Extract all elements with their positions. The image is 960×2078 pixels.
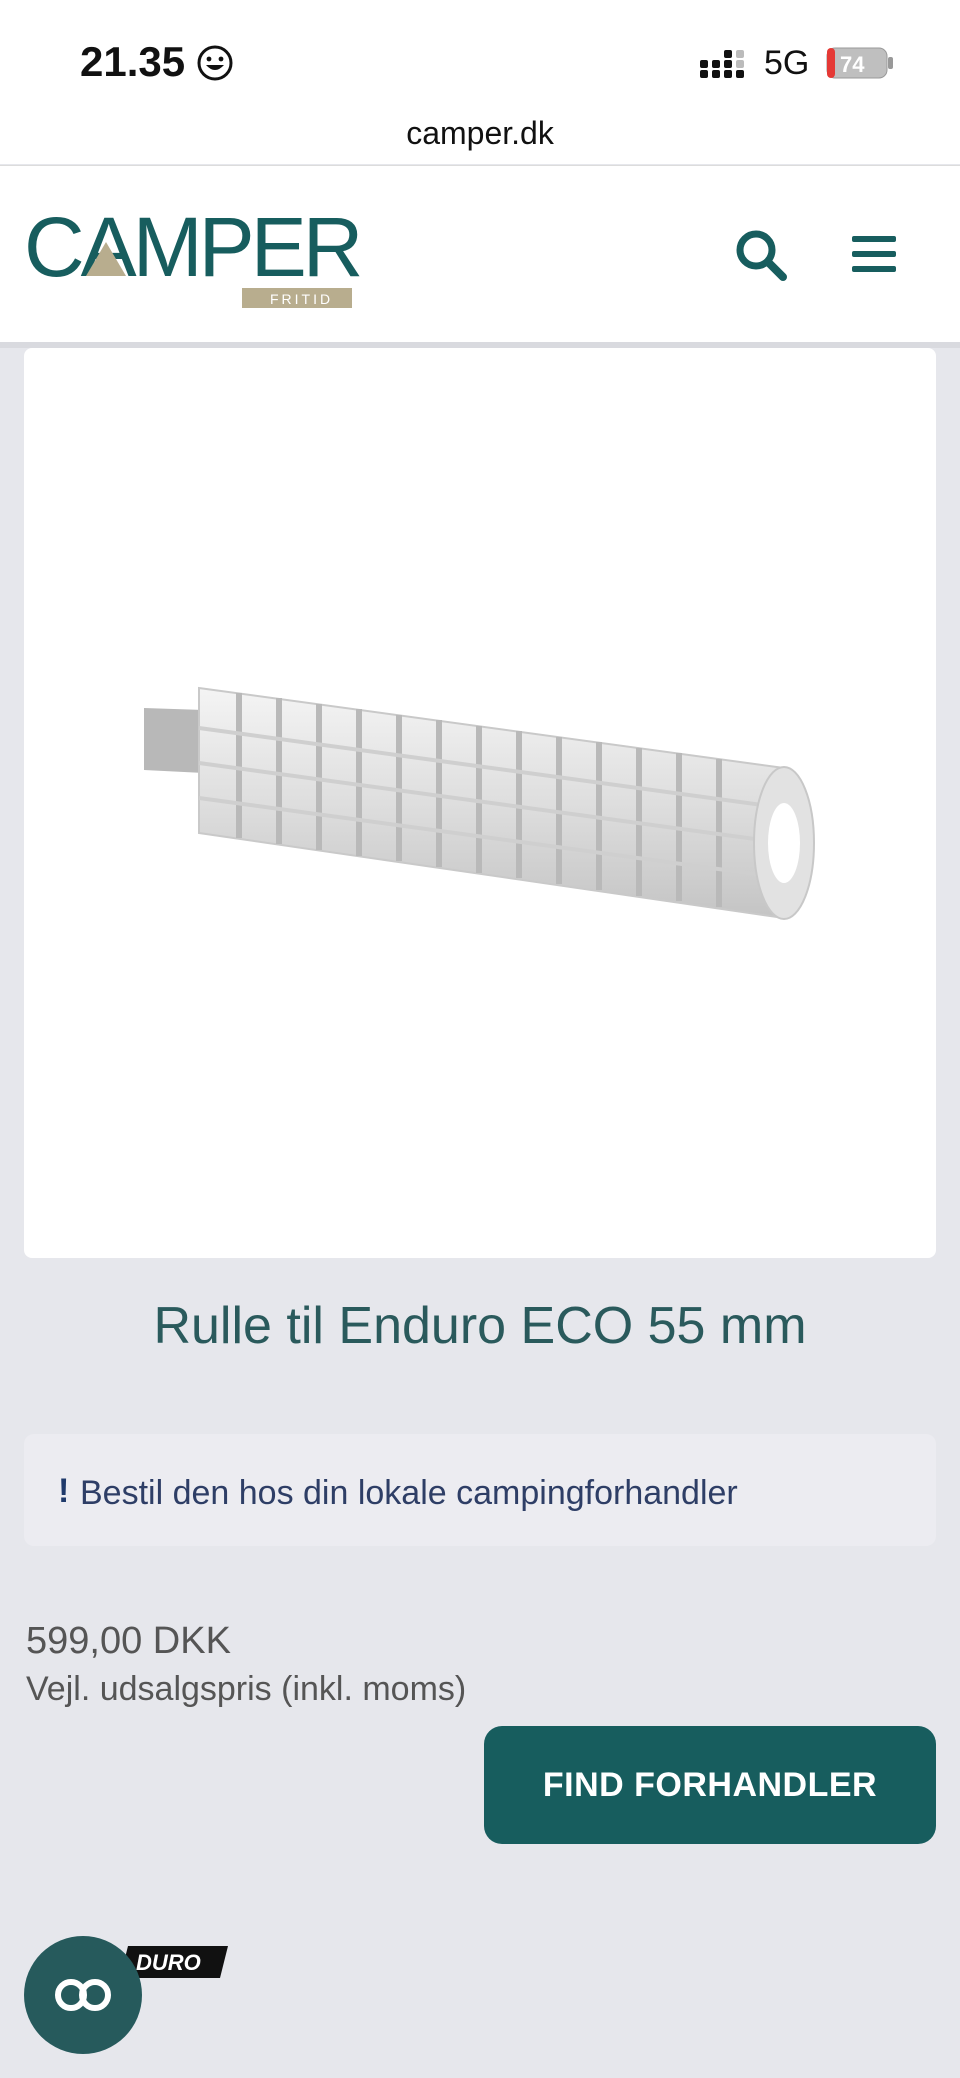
chat-button[interactable]	[24, 1936, 142, 2054]
order-notice: ! Bestil den hos din lokale campingforha…	[24, 1434, 936, 1546]
svg-text:FRITID: FRITID	[270, 291, 333, 307]
signal-icon	[700, 50, 744, 78]
product-image	[144, 686, 815, 920]
product-price: 599,00 DKK	[26, 1620, 231, 1662]
camper-logo[interactable]: CAMPER FRITID	[24, 204, 364, 312]
exclamation-icon: !	[58, 1472, 70, 1510]
search-icon[interactable]	[734, 228, 788, 282]
find-dealer-button[interactable]: FIND FORHANDLER	[484, 1726, 936, 1844]
notice-text: Bestil den hos din lokale campingforhand…	[80, 1474, 738, 1512]
hamburger-menu-icon[interactable]	[850, 234, 898, 274]
svg-text:74: 74	[840, 52, 865, 77]
product-image-card[interactable]	[24, 348, 936, 1258]
battery-icon: 74	[826, 47, 893, 79]
chat-icon	[55, 1979, 111, 2011]
url-text: camper.dk	[406, 115, 554, 151]
address-bar[interactable]: camper.dk	[0, 110, 960, 164]
status-bar: 21.35 5G 74	[0, 0, 960, 120]
network-type: 5G	[764, 44, 810, 82]
price-note: Vejl. udsalgspris (inkl. moms)	[26, 1670, 467, 1708]
product-title: Rulle til Enduro ECO 55 mm	[153, 1297, 807, 1355]
status-time: 21.35	[80, 38, 186, 85]
smiley-icon	[197, 45, 233, 81]
svg-text:DURO: DURO	[136, 1950, 201, 1975]
site-header: CAMPER FRITID	[0, 165, 960, 348]
svg-text:CAMPER: CAMPER	[24, 204, 360, 294]
